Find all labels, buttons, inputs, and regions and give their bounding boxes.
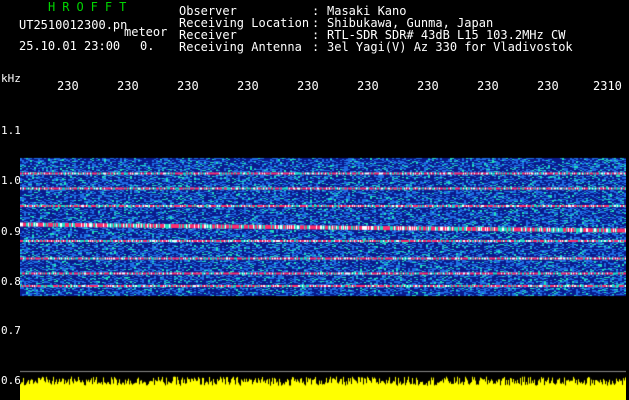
- antenna-label: Receiving Antenna: [179, 40, 302, 54]
- y-tick: 1.0: [1, 174, 21, 187]
- y-tick: 0.6: [1, 374, 21, 387]
- x-tick: 230: [237, 79, 259, 93]
- x-tick: 230: [177, 79, 199, 93]
- y-tick: 0.9: [1, 225, 21, 238]
- x-tick: 230: [117, 79, 139, 93]
- spectrogram-plot: [20, 93, 626, 400]
- x-tick: 230: [537, 79, 559, 93]
- y-tick: 0.7: [1, 324, 21, 337]
- x-tick: 230: [477, 79, 499, 93]
- x-tick: 230: [417, 79, 439, 93]
- x-tick: 2310: [593, 79, 622, 93]
- antenna-value: 3el Yagi(V) Az 330 for Vladivostok: [327, 40, 573, 54]
- meteor-label: meteor: [124, 25, 168, 39]
- x-tick: 230: [357, 79, 379, 93]
- x-tick: 230: [297, 79, 319, 93]
- antenna-sep: :: [312, 40, 320, 54]
- observation-datetime: 25.10.01 23:00: [19, 39, 121, 53]
- x-tick: 230: [57, 79, 79, 93]
- y-tick: 0.8: [1, 275, 21, 288]
- y-axis-unit: kHz: [1, 72, 21, 85]
- file-name: UT2510012300.pn: [19, 18, 128, 32]
- app-title: HROFFT: [48, 0, 134, 14]
- meteor-count: 0.: [140, 39, 155, 53]
- y-tick: 1.1: [1, 124, 21, 137]
